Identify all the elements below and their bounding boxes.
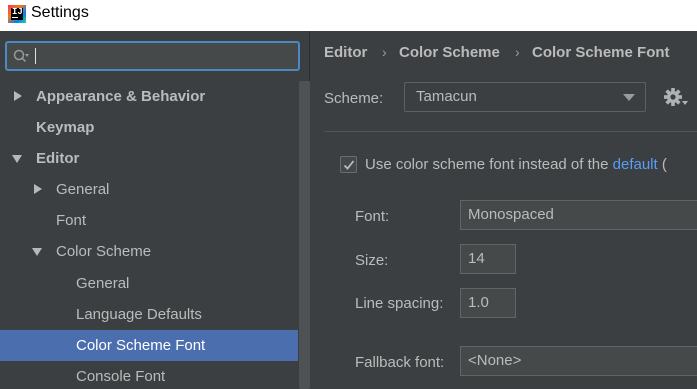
search-input[interactable]: [38, 45, 293, 67]
sidebar-item-language-defaults[interactable]: Language Defaults: [0, 299, 296, 330]
font-field[interactable]: Monospaced: [460, 200, 697, 230]
font-value: Monospaced: [468, 206, 554, 223]
sidebar-item-label: Console Font: [76, 368, 166, 385]
breadcrumb-separator: ›: [515, 44, 520, 60]
breadcrumb-item-editor: Editor: [324, 44, 368, 61]
search-icon: [13, 49, 29, 63]
search-field[interactable]: [5, 41, 300, 71]
gear-icon[interactable]: [663, 87, 691, 109]
sidebar-item-color-scheme-font[interactable]: Color Scheme Font: [0, 330, 309, 361]
sidebar-item-keymap[interactable]: Keymap: [0, 112, 296, 143]
line-spacing-value: 1.0: [468, 294, 489, 311]
sidebar-item-appearance-behavior[interactable]: Appearance & Behavior: [0, 81, 296, 112]
sidebar-item-label: General: [76, 275, 130, 292]
size-value: 14: [468, 250, 485, 267]
sidebar-item-editor-general[interactable]: General: [0, 174, 296, 205]
chevron-down-icon[interactable]: [12, 155, 22, 163]
text-caret: [35, 48, 36, 64]
divider: [324, 131, 697, 132]
use-scheme-font-text: Use color scheme font instead of the def…: [365, 156, 667, 173]
sidebar-item-console-font[interactable]: Console Font: [0, 361, 296, 389]
font-label: Font:: [355, 208, 390, 225]
checkbox-suffix: (: [657, 156, 667, 173]
chevron-right-icon[interactable]: [14, 91, 22, 101]
sidebar-item-color-scheme[interactable]: Color Scheme: [0, 236, 296, 267]
sidebar-item-label: Color Scheme Font: [76, 337, 206, 354]
scheme-value: Tamacun: [416, 88, 477, 105]
sidebar-item-editor[interactable]: Editor: [0, 143, 296, 174]
intellij-icon: IJ: [8, 5, 26, 23]
dropdown-arrow-icon: [623, 94, 635, 101]
chevron-down-icon[interactable]: [32, 248, 42, 256]
window-title: Settings: [31, 4, 89, 21]
default-link[interactable]: default: [613, 156, 658, 173]
breadcrumb-item-color-scheme: Color Scheme: [399, 44, 500, 61]
fallback-font-value: <None>: [468, 352, 522, 369]
sidebar-scrollbar-thumb[interactable]: [299, 81, 310, 389]
fallback-font-label: Fallback font:: [355, 354, 445, 371]
sidebar-item-label: Keymap: [36, 119, 95, 136]
settings-sidebar: Appearance & Behavior Keymap Editor Gene…: [0, 31, 310, 389]
settings-content: Editor › Color Scheme › Color Scheme Fon…: [311, 31, 697, 389]
size-field[interactable]: 14: [460, 244, 516, 274]
sidebar-item-label: General: [56, 181, 110, 198]
line-spacing-field[interactable]: 1.0: [460, 288, 516, 318]
fallback-font-dropdown[interactable]: <None>: [460, 346, 697, 376]
scheme-dropdown[interactable]: Tamacun: [404, 82, 646, 112]
sidebar-item-label: Appearance & Behavior: [36, 88, 206, 105]
size-label: Size:: [355, 252, 389, 269]
chevron-right-icon[interactable]: [34, 184, 42, 194]
breadcrumb-item-color-scheme-font: Color Scheme Font: [532, 44, 670, 61]
sidebar-item-label: Editor: [36, 150, 80, 167]
sidebar-item-font[interactable]: Font: [0, 205, 296, 236]
checkmark-icon: [343, 160, 355, 170]
title-bar: IJ Settings: [0, 0, 697, 31]
sidebar-item-label: Font: [56, 212, 87, 229]
sidebar-item-label: Language Defaults: [76, 306, 202, 323]
sidebar-item-label: Color Scheme: [56, 243, 152, 260]
checkbox-label: Use color scheme font instead of the: [365, 156, 613, 173]
breadcrumb-separator: ›: [382, 44, 387, 60]
use-scheme-font-checkbox[interactable]: [340, 156, 357, 173]
scheme-label: Scheme:: [324, 90, 384, 107]
sidebar-item-color-scheme-general[interactable]: General: [0, 268, 296, 299]
line-spacing-label: Line spacing:: [355, 295, 444, 312]
